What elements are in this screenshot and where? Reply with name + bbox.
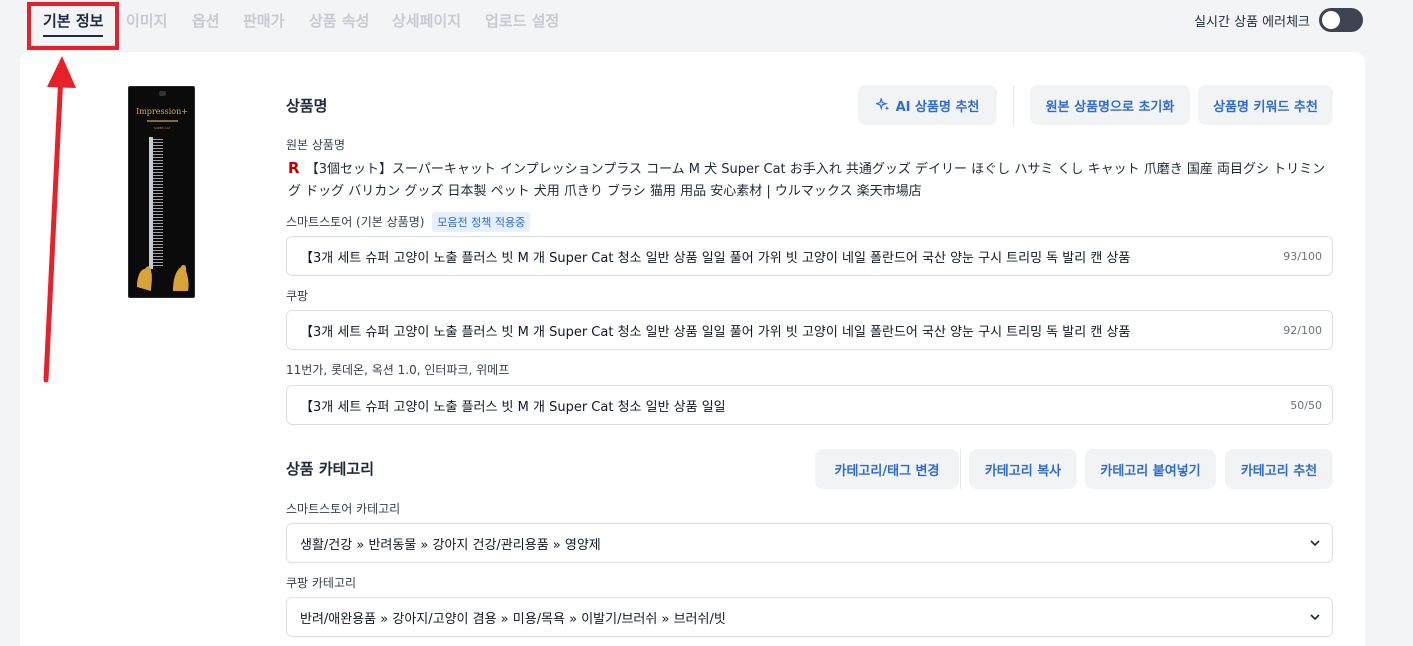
ai-product-name-button[interactable]: AI 상품명 추천: [858, 85, 997, 125]
original-name-text: R 【3個セット】スーパーキャット インプレッションプラス コーム M 犬 Su…: [288, 157, 1328, 203]
coupang-name-count: 92/100: [1283, 323, 1322, 337]
coupang-category-value: 반려/애완용품 » 강아지/고양이 겸용 » 미용/목욕 » 이발기/브러쉬 »…: [300, 611, 726, 627]
category-paste-button[interactable]: 카테고리 붙여넣기: [1085, 449, 1216, 489]
smartstore-category-select[interactable]: 생활/건강 » 반려동물 » 강아지 건강/관리용품 » 영양제: [286, 523, 1333, 563]
tab-bar: 기본 정보 이미지 옵션 판매가 상품 속성 상세페이지 업로드 설정 실시간 …: [0, 0, 1413, 48]
smartstore-name-value: 【3개 세트 슈퍼 고양이 노출 플러스 빗 M 개 Super Cat 청소 …: [300, 250, 1131, 266]
category-title: 상품 카테고리: [286, 460, 375, 478]
arrow-up-icon: [43, 56, 76, 383]
sparkle-icon: [875, 98, 889, 111]
category-copy-label: 카테고리 복사: [984, 463, 1062, 479]
policy-badge: 모음전 정책 적용중: [432, 212, 531, 232]
tab-label: 상세페이지: [392, 12, 462, 30]
smartstore-name-input[interactable]: 【3개 세트 슈퍼 고양이 노출 플러스 빗 M 개 Super Cat 청소 …: [286, 236, 1333, 276]
highlight-annotation-box: [27, 2, 119, 50]
original-name-value: 【3個セット】スーパーキャット インプレッションプラス コーム M 犬 Supe…: [288, 162, 1326, 199]
category-recommend-button[interactable]: 카테고리 추천: [1225, 449, 1333, 489]
other-markets-name-value: 【3개 세트 슈퍼 고양이 노출 플러스 빗 M 개 Super Cat 청소 …: [300, 399, 726, 415]
smartstore-category-label: 스마트스토어 카테고리: [286, 502, 401, 516]
tab-label: 이미지: [126, 12, 168, 30]
main-card: Impression+ SUPER CAT 상품명 AI 상품명 추천 원본 상…: [20, 52, 1365, 646]
rakuten-icon: R: [288, 159, 300, 177]
divider: [960, 449, 961, 489]
tab-label: 옵션: [192, 12, 220, 30]
tab-options[interactable]: 옵션: [192, 10, 220, 31]
divider: [1013, 85, 1014, 125]
realtime-error-check-toggle[interactable]: [1319, 8, 1363, 32]
other-markets-name-input[interactable]: 【3개 세트 슈퍼 고양이 노출 플러스 빗 M 개 Super Cat 청소 …: [286, 385, 1333, 425]
tab-label: 판매가: [243, 12, 285, 30]
realtime-error-check: 실시간 상품 에러체크: [1194, 8, 1363, 32]
tab-attributes[interactable]: 상품 속성: [309, 10, 369, 31]
coupang-name-label: 쿠팡: [286, 289, 309, 303]
product-image: Impression+ SUPER CAT: [128, 86, 195, 298]
category-copy-button[interactable]: 카테고리 복사: [969, 449, 1077, 489]
smartstore-category-value: 생활/건강 » 반려동물 » 강아지 건강/관리용품 » 영양제: [300, 537, 601, 553]
smartstore-name-count: 93/100: [1283, 249, 1322, 263]
product-subtext: SUPER CAT: [154, 126, 171, 130]
chevron-down-icon: [1310, 614, 1320, 621]
tab-label: 상품 속성: [309, 12, 370, 30]
keyword-button-label: 상품명 키워드 추천: [1213, 99, 1318, 115]
original-name-label: 원본 상품명: [286, 138, 346, 152]
tab-upload-settings[interactable]: 업로드 설정: [485, 10, 559, 31]
other-markets-name-label: 11번가, 롯데온, 옥션 1.0, 인터파크, 위메프: [286, 363, 510, 377]
tab-price[interactable]: 판매가: [243, 10, 284, 31]
realtime-error-check-label: 실시간 상품 에러체크: [1194, 14, 1310, 30]
category-recommend-label: 카테고리 추천: [1240, 463, 1318, 479]
chevron-down-icon: [1310, 540, 1320, 547]
reset-original-name-button[interactable]: 원본 상품명으로 초기화: [1030, 85, 1190, 125]
coupang-category-label: 쿠팡 카테고리: [286, 576, 357, 590]
coupang-category-select[interactable]: 반려/애완용품 » 강아지/고양이 겸용 » 미용/목욕 » 이발기/브러쉬 »…: [286, 597, 1333, 637]
coupang-name-input[interactable]: 【3개 세트 슈퍼 고양이 노출 플러스 빗 M 개 Super Cat 청소 …: [286, 310, 1333, 350]
toggle-knob: [1322, 11, 1340, 29]
category-paste-label: 카테고리 붙여넣기: [1100, 463, 1201, 479]
smartstore-name-label-text: 스마트스토어 (기본 상품명): [286, 215, 425, 229]
ai-button-label: AI 상품명 추천: [895, 99, 980, 115]
reset-button-label: 원본 상품명으로 초기화: [1045, 99, 1175, 115]
tab-label: 업로드 설정: [485, 12, 560, 30]
tab-images[interactable]: 이미지: [126, 10, 167, 31]
tab-detail-page[interactable]: 상세페이지: [392, 10, 461, 31]
category-change-label: 카테고리/태그 변경: [834, 463, 940, 479]
smartstore-name-label: 스마트스토어 (기본 상품명) 모음전 정책 적용중: [286, 212, 531, 232]
category-tag-change-button[interactable]: 카테고리/태그 변경: [815, 449, 959, 489]
name-keyword-recommend-button[interactable]: 상품명 키워드 추천: [1198, 85, 1333, 125]
product-name-title: 상품명: [286, 97, 328, 115]
product-brand-text: Impression+: [136, 107, 188, 116]
coupang-name-value: 【3개 세트 슈퍼 고양이 노출 플러스 빗 M 개 Super Cat 청소 …: [300, 324, 1131, 340]
other-markets-name-count: 50/50: [1290, 398, 1322, 412]
comb-product-icon: Impression+ SUPER CAT: [129, 87, 194, 297]
